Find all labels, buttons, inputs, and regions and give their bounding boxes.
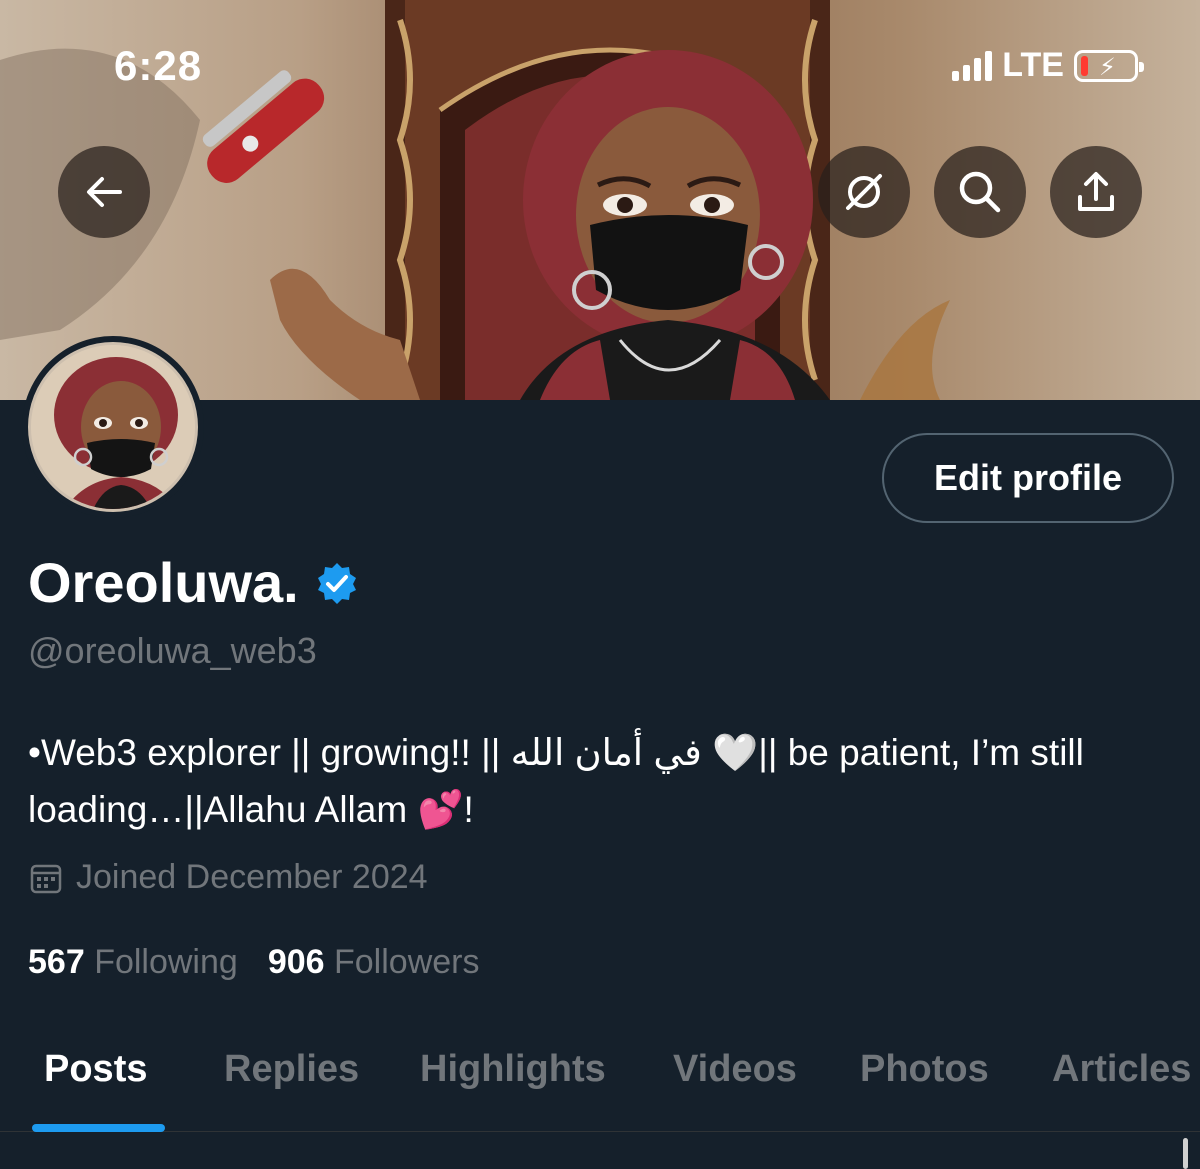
profile-handle: @oreoluwa_web3: [28, 630, 317, 671]
profile-tabs: Posts Replies Highlights Videos Photos A…: [0, 1030, 1200, 1132]
arrow-left-icon: [87, 177, 122, 207]
search-button[interactable]: [934, 146, 1026, 238]
status-time: 6:28: [114, 42, 203, 89]
following-count: 567: [28, 943, 85, 981]
follow-stats: 567 Following 906 Followers: [28, 943, 479, 982]
joined-text: Joined December 2024: [76, 858, 428, 896]
scrollbar[interactable]: [1183, 1138, 1188, 1169]
verified-badge-icon[interactable]: [315, 561, 359, 605]
battery-icon: ⚡: [1074, 49, 1144, 82]
profile-name-row: Oreoluwa.: [28, 550, 359, 615]
tab-highlights[interactable]: Highlights: [420, 1048, 606, 1091]
edit-profile-button[interactable]: Edit profile: [882, 433, 1174, 523]
following-link[interactable]: 567 Following: [28, 943, 238, 982]
followers-label: Followers: [334, 943, 480, 981]
tab-replies[interactable]: Replies: [224, 1048, 359, 1091]
tab-posts[interactable]: Posts: [44, 1048, 147, 1091]
share-icon: [1078, 172, 1114, 211]
joined-date: Joined December 2024: [28, 858, 428, 897]
profile-bio: •Web3 explorer || growing!! || في أمان ا…: [28, 732, 1084, 830]
share-button[interactable]: [1050, 146, 1142, 238]
signal-strength-icon: [952, 50, 993, 81]
followers-count: 906: [267, 943, 325, 981]
grok-icon: [846, 174, 882, 210]
display-name: Oreoluwa.: [28, 551, 299, 614]
grok-button[interactable]: [818, 146, 910, 238]
avatar-image: [31, 345, 195, 509]
calendar-icon: [30, 864, 62, 893]
active-tab-indicator: [32, 1124, 165, 1132]
network-type: LTE: [1002, 46, 1064, 84]
search-icon: [959, 171, 1001, 213]
tab-articles[interactable]: Articles: [1052, 1048, 1191, 1091]
following-label: Following: [94, 943, 238, 981]
followers-link[interactable]: 906 Followers: [268, 943, 480, 982]
tab-videos[interactable]: Videos: [673, 1048, 797, 1091]
back-button[interactable]: [58, 146, 150, 238]
avatar[interactable]: [22, 336, 204, 518]
tab-photos[interactable]: Photos: [860, 1048, 989, 1091]
status-indicators: LTE ⚡: [952, 46, 1144, 85]
